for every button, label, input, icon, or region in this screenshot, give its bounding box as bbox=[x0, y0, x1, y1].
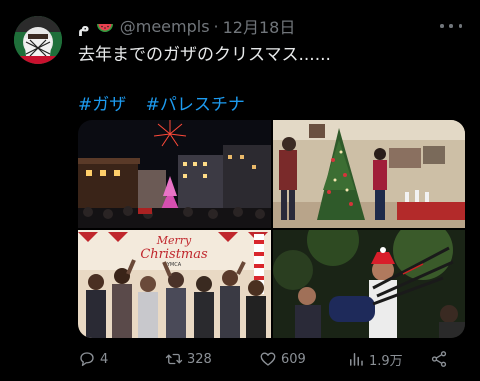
hashtag-palestine[interactable]: #パレスチナ bbox=[146, 95, 245, 115]
views-button[interactable]: 1.9万 bbox=[347, 349, 403, 369]
views-chart-icon bbox=[350, 353, 363, 366]
media-grid: Merry Christmas YMCA bbox=[78, 120, 465, 338]
crowd-photo[interactable]: Merry Christmas YMCA bbox=[78, 230, 271, 338]
reply-button[interactable]: 4 bbox=[78, 349, 108, 369]
retweet-count: 328 bbox=[187, 351, 212, 367]
reply-count: 4 bbox=[100, 351, 109, 367]
share-icon bbox=[431, 351, 447, 367]
retweet-button[interactable]: 328 bbox=[165, 349, 212, 369]
user-handle[interactable]: @meempls bbox=[120, 17, 210, 36]
share-button[interactable] bbox=[430, 349, 452, 369]
more-options-icon[interactable] bbox=[440, 18, 462, 34]
christmas-tree-photo[interactable] bbox=[273, 120, 465, 228]
views-count: 1.9万 bbox=[369, 353, 403, 369]
bagpipe-photo[interactable] bbox=[273, 230, 465, 338]
tweet-text: 去年までのガザのクリスマス...... bbox=[78, 45, 331, 65]
tweet-date[interactable]: 12月18日 bbox=[223, 14, 296, 38]
reply-icon bbox=[80, 352, 94, 367]
retweet-icon bbox=[165, 353, 183, 365]
avatar[interactable] bbox=[14, 16, 62, 64]
separator: · bbox=[213, 16, 219, 36]
display-name[interactable]: م bbox=[78, 17, 90, 36]
action-bar: 4 328 609 1.9万 bbox=[78, 349, 468, 369]
like-button[interactable]: 609 bbox=[259, 349, 306, 369]
fireworks-photo[interactable] bbox=[78, 120, 271, 228]
hashtags: #ガザ #パレスチナ bbox=[78, 90, 259, 115]
like-count: 609 bbox=[281, 351, 306, 367]
hashtag-gaza[interactable]: #ガザ bbox=[78, 95, 126, 115]
watermelon-icon bbox=[96, 17, 114, 35]
sign-text-merry: Merry bbox=[156, 234, 192, 247]
heart-icon bbox=[260, 352, 276, 366]
sign-text-christmas: Christmas bbox=[140, 247, 208, 262]
tweet-header: م @meempls · 12月18日 bbox=[78, 14, 295, 38]
